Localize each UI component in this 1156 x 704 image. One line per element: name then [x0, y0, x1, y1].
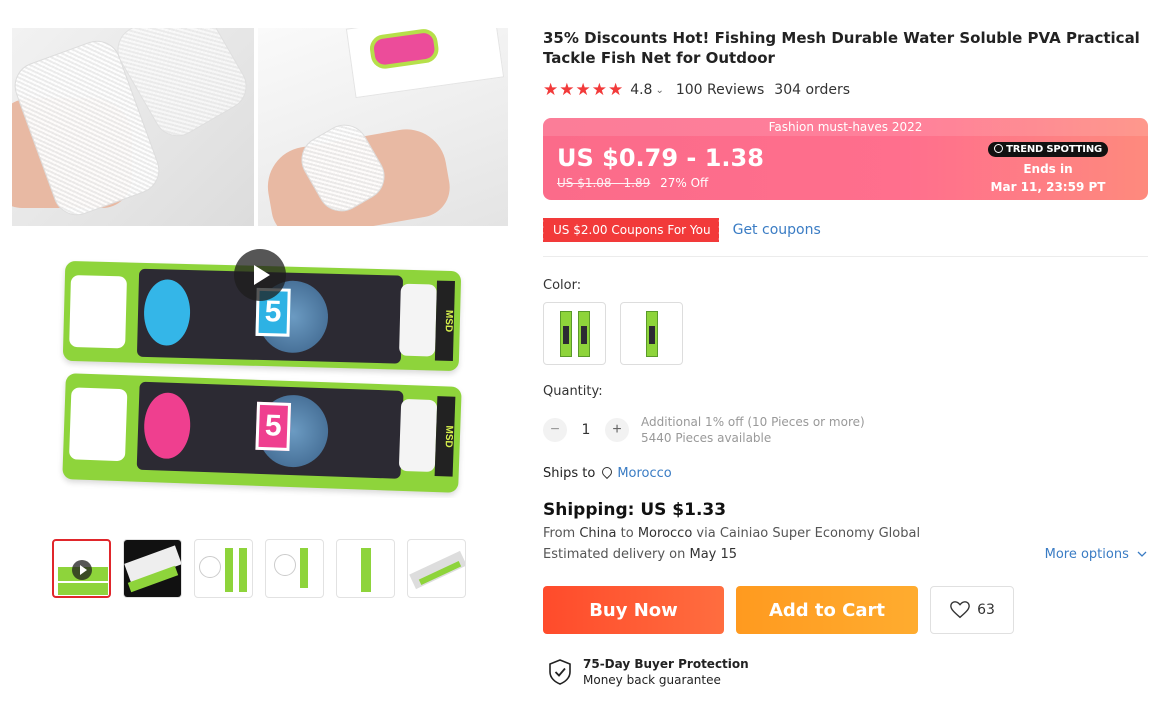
ends-time: Mar 11, 23:59 PT [990, 180, 1106, 194]
discount-percent: 27% Off [660, 176, 709, 190]
photo-finger-mesh-1 [12, 28, 254, 226]
trend-spotting-badge: TREND SPOTTING [988, 142, 1108, 157]
chevron-down-icon[interactable]: ⌄ [655, 85, 663, 96]
banner-label: Fashion must-haves 2022 [543, 118, 1148, 136]
thumbnail-3[interactable] [194, 539, 253, 598]
brand-mark: MSD [434, 396, 456, 477]
thumbnail-2[interactable] [123, 539, 182, 598]
product-title: 35% Discounts Hot! Fishing Mesh Durable … [543, 29, 1140, 67]
coupon-tag[interactable]: US $2.00 Coupons For You [541, 218, 719, 242]
price-banner: Fashion must-haves 2022 US $0.79 - 1.38 … [543, 118, 1148, 200]
location-pin-icon [601, 467, 613, 481]
increase-quantity-button[interactable]: + [605, 418, 629, 442]
main-product-image[interactable]: 5 MSD 5 MSD [12, 28, 508, 498]
rating-row: ★★★★★ 4.8 ⌄ 100 Reviews 304 orders [543, 80, 1149, 100]
star-rating-icon: ★★★★★ [543, 80, 625, 99]
rating-value[interactable]: 4.8 [630, 82, 652, 98]
trend-icon [994, 144, 1004, 153]
photo-finger-mesh-2 [258, 28, 508, 226]
estimated-delivery: Estimated delivery on May 15 [543, 547, 738, 562]
brand-mark: MSD [434, 280, 455, 362]
quantity-stepper: − + Additional 1% off (10 Pieces or more… [543, 414, 865, 446]
ships-to-country[interactable]: Morocco [617, 466, 671, 481]
thumbnail-6[interactable] [407, 539, 466, 598]
quantity-input[interactable] [567, 422, 605, 438]
wishlist-button[interactable]: 63 [930, 586, 1014, 634]
purchase-actions: Buy Now Add to Cart 63 [543, 586, 1014, 634]
wishlist-count: 63 [977, 602, 995, 618]
more-shipping-options-link[interactable]: More options [1045, 547, 1147, 562]
heart-icon [950, 601, 970, 619]
buy-now-button[interactable]: Buy Now [543, 586, 724, 634]
thumbnail-video[interactable] [52, 539, 111, 598]
shield-check-icon [549, 659, 571, 685]
bulk-discount-note: Additional 1% off (10 Pieces or more) [641, 415, 865, 429]
buyer-protection: 75-Day Buyer Protection Money back guara… [547, 656, 749, 688]
stock-available: 5440 Pieces available [641, 431, 772, 445]
original-price: US $1.08 - 1.89 [557, 176, 651, 190]
play-video-icon [72, 560, 92, 580]
countdown: Ends in Mar 11, 23:59 PT [988, 160, 1108, 196]
shipping-route: From China to Morocco via Cainiao Super … [543, 526, 921, 541]
product-gallery: 5 MSD 5 MSD [12, 28, 508, 498]
original-price-row: US $1.08 - 1.89 27% Off [557, 176, 708, 190]
decrease-quantity-button[interactable]: − [543, 418, 567, 442]
pva-mesh-tube-pink: 5 MSD [62, 373, 462, 493]
product-info: 35% Discounts Hot! Fishing Mesh Durable … [541, 28, 1149, 687]
color-swatches [543, 302, 683, 365]
divider [543, 256, 1148, 257]
add-to-cart-button[interactable]: Add to Cart [736, 586, 918, 634]
thumbnail-4[interactable] [265, 539, 324, 598]
quantity-note: Additional 1% off (10 Pieces or more) 54… [641, 414, 865, 446]
ships-to-label: Ships to [543, 466, 596, 481]
color-label: Color: [543, 278, 582, 293]
protection-subtitle: Money back guarantee [583, 673, 721, 687]
ends-label: Ends in [1023, 162, 1073, 176]
ships-to-row: Ships to Morocco [543, 466, 672, 481]
thumbnail-strip [52, 539, 466, 598]
color-option-2[interactable] [620, 302, 683, 365]
protection-title: 75-Day Buyer Protection [583, 657, 749, 671]
shipping-cost: Shipping: US $1.33 [543, 500, 727, 520]
play-video-icon[interactable] [234, 249, 286, 301]
current-price: US $0.79 - 1.38 [557, 144, 764, 172]
orders-count: 304 orders [774, 82, 851, 98]
quantity-label: Quantity: [543, 384, 603, 399]
thumbnail-5[interactable] [336, 539, 395, 598]
color-option-1[interactable] [543, 302, 606, 365]
reviews-link[interactable]: 100 Reviews [676, 82, 764, 98]
coupon-row: US $2.00 Coupons For You Get coupons [541, 218, 821, 242]
chevron-down-icon [1137, 551, 1147, 557]
get-coupons-link[interactable]: Get coupons [733, 222, 821, 238]
tube-number: 5 [255, 401, 292, 451]
